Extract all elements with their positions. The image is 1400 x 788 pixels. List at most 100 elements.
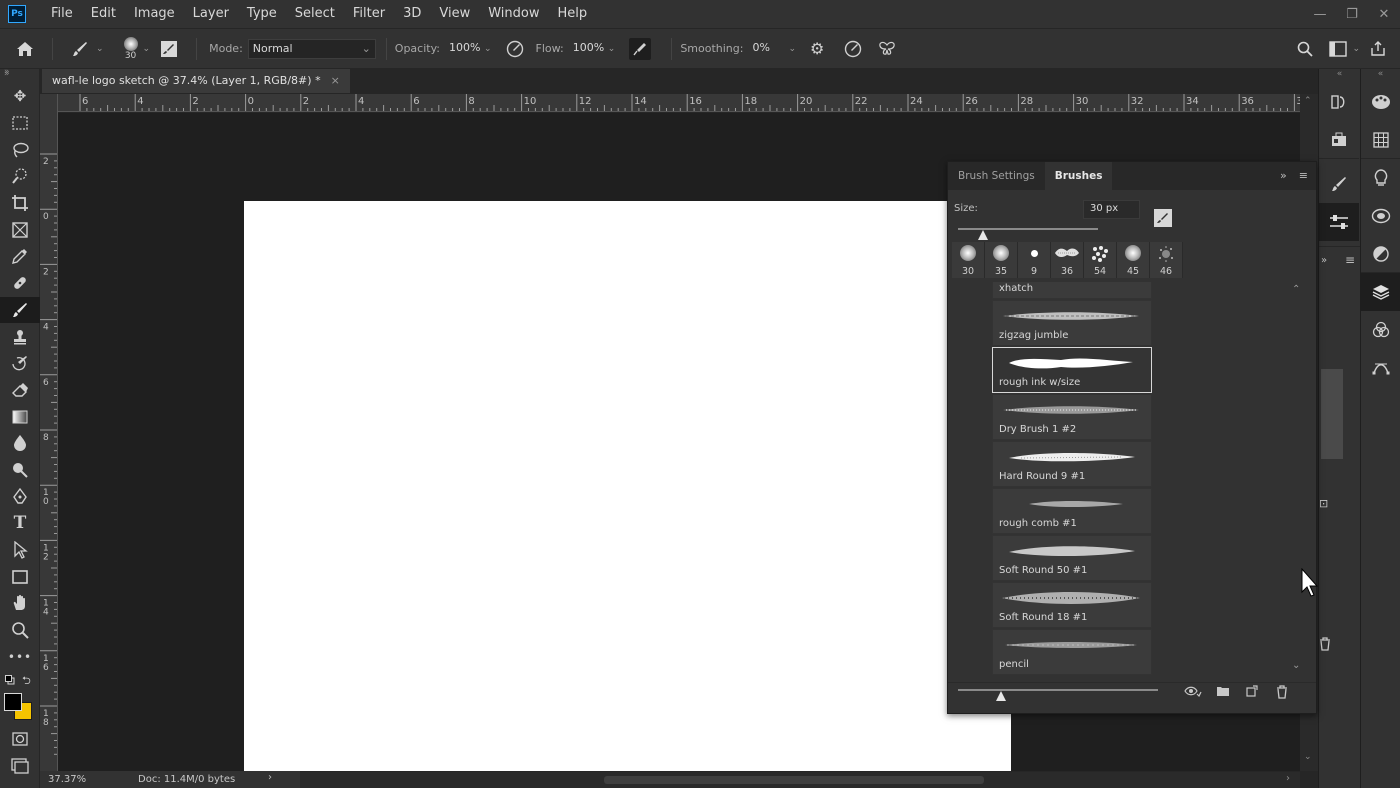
preview-size-slider-knob[interactable] [996,691,1006,701]
size-slider-knob[interactable] [978,230,989,240]
brush-settings-icon[interactable] [1319,165,1359,203]
brush-list-item[interactable]: zigzag jumble [992,300,1152,346]
brush-size-preview[interactable]: 30 [123,36,138,61]
layers-icon[interactable] [1361,273,1400,311]
blur-tool-icon[interactable] [0,430,40,457]
close-window-button[interactable]: ✕ [1368,7,1400,22]
clone-stamp-tool-icon[interactable] [0,323,40,350]
panel-trash-icon[interactable] [1319,637,1359,654]
brush-panel-toggle-icon[interactable] [160,40,178,58]
pressure-opacity-icon[interactable] [506,40,524,58]
vertical-ruler[interactable]: 2 0 2 4 6 8 10 12 14 16 18 [40,94,58,771]
workspace-icon[interactable] [1329,40,1348,57]
close-tab-icon[interactable]: × [331,69,340,93]
menu-edit[interactable]: Edit [82,0,125,28]
chevron-down-icon[interactable]: ⌄ [608,44,616,54]
airbrush-icon[interactable] [629,37,652,60]
channels-icon[interactable] [1361,311,1400,349]
status-menu-arrow-icon[interactable]: › [268,772,272,783]
chevron-down-icon[interactable]: ⌄ [484,44,492,54]
toggle-visibility-icon[interactable] [1184,685,1202,701]
path-selection-tool-icon[interactable] [0,537,40,564]
minimize-button[interactable]: — [1304,7,1336,22]
tab-brushes[interactable]: Brushes [1044,162,1113,190]
search-icon[interactable] [1297,41,1314,57]
chevron-down-icon[interactable]: ⌄ [143,44,151,54]
frame-tool-icon[interactable] [0,216,40,243]
quick-mask-icon[interactable] [0,726,40,753]
brush-list-item[interactable]: Dry Brush 1 #2 [992,394,1152,440]
tab-brush-settings[interactable]: Brush Settings [948,162,1045,190]
scroll-down-icon[interactable]: ⌄ [1304,752,1312,762]
foreground-color-swatch[interactable] [4,693,22,712]
scroll-up-icon[interactable]: ⌃ [1304,96,1312,106]
brush-preset-36[interactable]: 36 [1051,242,1084,278]
menu-file[interactable]: File [42,0,82,28]
zoom-tool-icon[interactable] [0,617,40,644]
pressure-size-icon[interactable] [844,40,862,58]
chevron-down-icon[interactable]: ⌄ [96,44,104,54]
crop-tool-icon[interactable] [0,190,40,217]
brush-list-item[interactable]: xhatch [992,282,1152,299]
brush-tool-preset-icon[interactable] [71,40,89,58]
gear-icon[interactable]: ⚙ [810,39,824,58]
swap-colors-icon[interactable]: ⮌ [22,672,31,691]
adjustments-sliders-icon[interactable] [1319,203,1359,241]
home-icon[interactable] [16,41,34,57]
horizontal-ruler[interactable]: 6420246810121416182022242628303234363 [58,94,1300,112]
new-group-folder-icon[interactable] [1216,685,1230,701]
history-icon[interactable] [1319,83,1359,121]
new-brush-icon[interactable] [1246,685,1258,701]
quick-selection-tool-icon[interactable] [0,163,40,190]
panel-menu-icon[interactable]: ≡ [1299,169,1308,182]
brush-list-item[interactable]: rough comb #1 [992,488,1152,534]
scroll-right-icon[interactable]: › [1286,773,1290,784]
screen-mode-icon[interactable] [0,753,40,780]
collapse-dock-icon[interactable]: « [1319,69,1360,83]
restore-button[interactable]: ❐ [1336,7,1368,22]
collapse-dock-icon[interactable]: « [1361,69,1400,83]
gradient-tool-icon[interactable] [0,403,40,430]
menu-layer[interactable]: Layer [184,0,238,28]
brush-tool-icon[interactable] [0,296,40,324]
learn-lightbulb-icon[interactable] [1361,159,1400,197]
color-palette-icon[interactable] [1361,83,1400,121]
chevron-down-icon[interactable]: ⌄ [1352,44,1360,54]
size-input[interactable]: 30 px [1083,200,1140,219]
lock-icon[interactable]: ⊡ [1319,497,1328,510]
horizontal-scroll-thumb[interactable] [604,776,984,784]
mode-select[interactable]: Normal ⌄ [247,38,376,59]
brush-settings-toggle-icon[interactable] [1154,209,1172,227]
list-scroll-down-icon[interactable]: ⌄ [1292,660,1300,671]
smoothing-input[interactable]: 0% [748,39,778,59]
menu-view[interactable]: View [430,0,479,28]
menu-help[interactable]: Help [549,0,597,28]
default-colors-icon[interactable] [5,674,15,688]
panel-menu-icon[interactable]: ≡ [1345,253,1355,267]
menu-3d[interactable]: 3D [394,0,430,28]
menu-image[interactable]: Image [125,0,184,28]
brush-list-item[interactable]: pencil [992,629,1152,675]
marquee-tool-icon[interactable] [0,110,40,137]
document-tab[interactable]: wafl-le logo sketch @ 37.4% (Layer 1, RG… [42,69,350,93]
flow-input[interactable]: 100% [569,39,605,59]
symmetry-butterfly-icon[interactable] [878,40,896,58]
menu-type[interactable]: Type [238,0,286,28]
libraries-icon[interactable] [1361,197,1400,235]
brush-list-item[interactable]: Soft Round 18 #1 [992,582,1152,628]
brush-list-item[interactable]: Soft Round 50 #1 [992,535,1152,581]
menu-window[interactable]: Window [479,0,548,28]
brush-preset-54[interactable]: 54 [1084,242,1117,278]
layers-panel-scrollbar[interactable] [1321,369,1343,459]
lasso-tool-icon[interactable] [0,136,40,163]
brush-list-item[interactable]: rough ink w/size [992,347,1152,393]
healing-brush-tool-icon[interactable] [0,270,40,297]
collapse-panel-icon[interactable]: » [1280,169,1287,182]
share-icon[interactable] [1370,40,1386,57]
list-scroll-up-icon[interactable]: ⌃ [1292,284,1300,295]
eraser-tool-icon[interactable] [0,377,40,404]
brush-preset-9[interactable]: 9 [1018,242,1051,278]
horizontal-scrollbar[interactable]: ‹ › [284,772,1300,788]
eyedropper-tool-icon[interactable] [0,243,40,270]
brush-preset-46[interactable]: 46 [1150,242,1183,278]
